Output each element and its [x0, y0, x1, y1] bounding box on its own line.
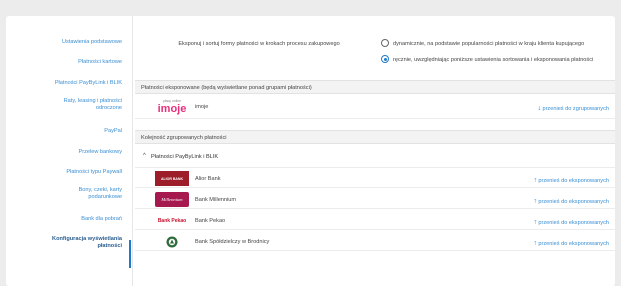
millennium-logo-text: Millennium: [161, 197, 183, 202]
payment-name: Bank Pekao: [195, 218, 226, 224]
arrow-up-icon: 🡑: [533, 199, 537, 205]
alior-bank-logo: ALIOR BANK: [155, 171, 189, 186]
sidebar-item-basic-settings[interactable]: Ustawienia podstawowe: [6, 39, 130, 46]
chevron-up-icon: ^: [143, 153, 146, 159]
sidebar-item-paypal[interactable]: PayPal: [6, 128, 130, 135]
grouped-row-pekao: Bank Pekao Bank Pekao 🡑 przenieś do eksp…: [135, 210, 615, 230]
pekao-logo: Bank Pekao: [155, 213, 189, 228]
grouped-row-bs-brodnica: Bank Spółdzielczy w Brodnicy 🡑 przenieś …: [135, 231, 615, 251]
sidebar-item-vouchers[interactable]: Bony, czeki, karty podarunkowe: [6, 187, 130, 201]
move-to-exposed-label: przenieś do eksponowanych: [538, 241, 609, 247]
sorting-intro-text: Eksponuj i sortuj formy płatności w krok…: [178, 41, 340, 47]
group-label: Płatności PayByLink i BLIK: [151, 154, 219, 160]
arrow-down-icon: 🡓: [537, 106, 541, 112]
arrow-up-icon: 🡑: [533, 178, 537, 184]
radio-auto-sort-label: dynamicznie, na podstawie popularności p…: [393, 41, 585, 47]
pekao-logo-text: Bank Pekao: [157, 217, 187, 224]
move-to-exposed-link[interactable]: 🡑 przenieś do eksponowanych: [534, 239, 609, 249]
payment-name: imoje: [195, 104, 209, 110]
payment-name: Bank Spółdzielczy w Brodnicy: [195, 239, 270, 245]
payment-name: Bank Millennium: [195, 197, 237, 203]
sidebar: Ustawienia podstawowe Płatności kartowe …: [6, 16, 131, 286]
imoje-logo: płacę online imoje: [155, 99, 189, 115]
sidebar-item-paywall[interactable]: Płatności typu Paywall: [6, 169, 130, 176]
radio-manual-sort-label: ręcznie, uwzględniając poniższe ustawien…: [393, 57, 594, 63]
radio-manual-sort[interactable]: [381, 55, 389, 63]
active-indicator: [129, 240, 131, 268]
sidebar-item-cod-bank[interactable]: Bank dla pobrań: [6, 216, 130, 223]
sidebar-item-display-config[interactable]: Konfiguracja wyświetlania płatności: [6, 236, 130, 250]
sidebar-item-paybylink-blik[interactable]: Płatności PayByLink i BLIK: [6, 80, 130, 87]
radio-auto-sort[interactable]: [381, 39, 389, 47]
sidebar-item-bank-transfer[interactable]: Przelew bankowy: [6, 149, 130, 156]
arrow-up-icon: 🡑: [533, 241, 537, 247]
bank-emblem-icon: [166, 236, 178, 247]
grouped-row-millennium: Millennium Bank Millennium 🡑 przenieś do…: [135, 189, 615, 209]
grouped-row-alior: ALIOR BANK Alior Bank 🡑 przenieś do eksp…: [135, 169, 615, 188]
move-to-exposed-label: przenieś do eksponowanych: [538, 199, 609, 205]
move-to-exposed-label: przenieś do eksponowanych: [538, 220, 609, 226]
main-content: Eksponuj i sortuj formy płatności w krok…: [135, 16, 615, 286]
move-to-exposed-link[interactable]: 🡑 przenieś do eksponowanych: [534, 176, 609, 186]
sidebar-item-installments[interactable]: Raty, leasing i płatności odroczone: [6, 98, 130, 112]
exposed-section-title: Płatności eksponowane (będą wyświetlane …: [141, 85, 312, 91]
alior-logo-text: ALIOR BANK: [161, 176, 183, 181]
move-to-grouped-link[interactable]: 🡓 przenieś do zgrupowanych: [538, 104, 609, 114]
arrow-up-icon: 🡑: [533, 220, 537, 226]
sidebar-item-card-payments[interactable]: Płatności kartowe: [6, 59, 130, 66]
group-toggle-row[interactable]: ^ Płatności PayByLink i BLIK: [135, 145, 615, 168]
exposed-row-imoje: płacę online imoje imoje 🡓 przenieś do z…: [135, 95, 615, 119]
payment-name: Alior Bank: [195, 176, 221, 182]
move-to-exposed-link[interactable]: 🡑 przenieś do eksponowanych: [534, 218, 609, 228]
move-to-grouped-label: przenieś do zgrupowanych: [542, 106, 609, 112]
imoje-logo-wordmark: imoje: [157, 103, 187, 115]
bs-brodnica-logo: [155, 234, 189, 249]
grouped-section-title: Kolejność zgrupowanych płatności: [141, 135, 227, 141]
move-to-exposed-link[interactable]: 🡑 przenieś do eksponowanych: [534, 197, 609, 207]
exposed-section-header: Płatności eksponowane (będą wyświetlane …: [135, 80, 615, 94]
millennium-logo: Millennium: [155, 192, 189, 207]
move-to-exposed-label: przenieś do eksponowanych: [538, 178, 609, 184]
sidebar-divider: [132, 16, 133, 286]
payment-config-panel: Ustawienia podstawowe Płatności kartowe …: [6, 16, 615, 286]
grouped-section-header: Kolejność zgrupowanych płatności: [135, 130, 615, 144]
